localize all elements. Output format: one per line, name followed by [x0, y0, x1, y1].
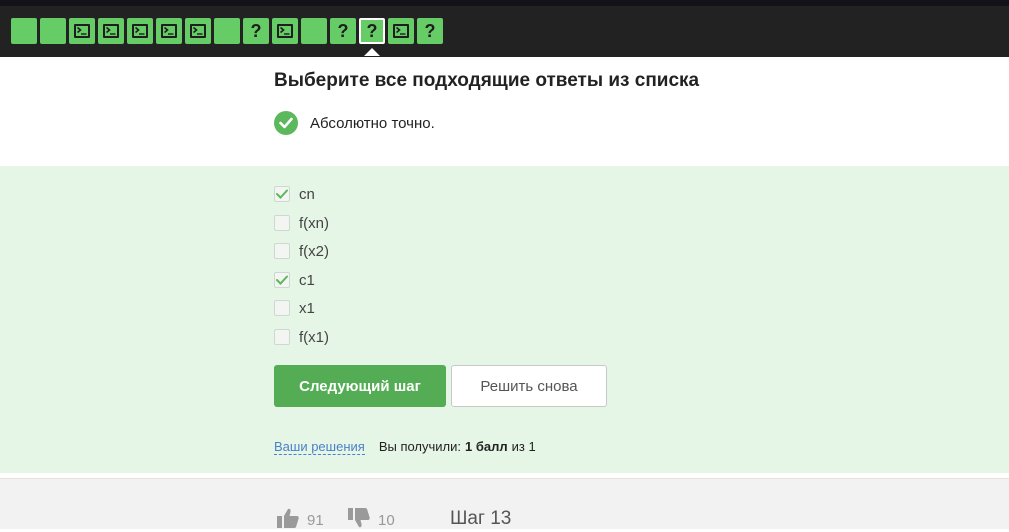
checkbox[interactable]	[274, 215, 290, 231]
answer-option-label: cn	[299, 185, 315, 203]
question-mark-icon: ?	[424, 20, 436, 41]
step-2[interactable]	[40, 18, 66, 44]
answer-option[interactable]: x1	[274, 298, 315, 318]
step-10[interactable]	[272, 18, 298, 44]
step-3[interactable]	[69, 18, 95, 44]
terminal-icon	[132, 24, 148, 38]
result-score: 1 балл	[465, 439, 508, 454]
terminal-icon	[393, 24, 409, 38]
question-mark-icon: ?	[250, 20, 262, 41]
step-8[interactable]	[214, 18, 240, 44]
question-mark-icon: ?	[366, 20, 378, 41]
step-14[interactable]	[388, 18, 414, 44]
lesson-toolbar: ????	[0, 0, 1009, 57]
step-13-current[interactable]: ?	[359, 18, 385, 56]
feedback-message: Абсолютно точно.	[274, 111, 435, 135]
result-line: Ваши решения Вы получили: 1 балл из 1	[274, 439, 536, 455]
like-button[interactable]: 91	[277, 508, 324, 532]
result-prefix: Вы получили:	[378, 439, 462, 454]
like-count: 91	[307, 511, 324, 529]
top-divider	[0, 0, 1009, 6]
dislike-button[interactable]: 10	[348, 508, 395, 532]
terminal-icon	[277, 24, 293, 38]
check-circle-icon	[274, 111, 298, 135]
answer-option-label: c1	[299, 271, 315, 289]
step-4[interactable]	[98, 18, 124, 44]
answer-option[interactable]: c1	[274, 270, 315, 290]
answer-option[interactable]: cn	[274, 184, 315, 204]
thumbs-up-icon	[277, 508, 299, 532]
answer-option-label: f(xn)	[299, 214, 329, 232]
answer-option-label: x1	[299, 299, 315, 317]
dislike-count: 10	[378, 511, 395, 529]
terminal-icon	[74, 24, 90, 38]
question-mark-icon: ?	[337, 20, 349, 41]
your-solutions-link[interactable]: Ваши решения	[274, 439, 365, 455]
step-15[interactable]: ?	[417, 18, 443, 44]
next-step-button[interactable]: Следующий шаг	[274, 365, 446, 407]
answers-panel	[0, 166, 1009, 473]
step-5[interactable]	[127, 18, 153, 44]
step-12[interactable]: ?	[330, 18, 356, 44]
step-label: Шаг 13	[450, 508, 512, 529]
checkbox[interactable]	[274, 329, 290, 345]
feedback-text: Абсолютно точно.	[310, 114, 435, 132]
step-navigation: ????	[11, 18, 443, 56]
thumbs-down-icon	[348, 508, 370, 532]
step-1[interactable]	[11, 18, 37, 44]
step-7[interactable]	[185, 18, 211, 44]
answer-option[interactable]: f(xn)	[274, 213, 329, 233]
retry-button[interactable]: Решить снова	[451, 365, 607, 407]
answer-option[interactable]: f(x2)	[274, 241, 329, 261]
terminal-icon	[190, 24, 206, 38]
terminal-icon	[103, 24, 119, 38]
checkbox-checked[interactable]	[274, 186, 290, 202]
question-title: Выберите все подходящие ответы из списка	[274, 70, 700, 91]
answer-option-label: f(x2)	[299, 242, 329, 260]
checkbox-checked[interactable]	[274, 272, 290, 288]
answer-option[interactable]: f(x1)	[274, 327, 329, 347]
checkbox[interactable]	[274, 243, 290, 259]
result-suffix: из 1	[511, 439, 536, 454]
step-9[interactable]: ?	[243, 18, 269, 44]
answer-option-label: f(x1)	[299, 328, 329, 346]
step-6[interactable]	[156, 18, 182, 44]
step-11[interactable]	[301, 18, 327, 44]
checkbox[interactable]	[274, 300, 290, 316]
terminal-icon	[161, 24, 177, 38]
